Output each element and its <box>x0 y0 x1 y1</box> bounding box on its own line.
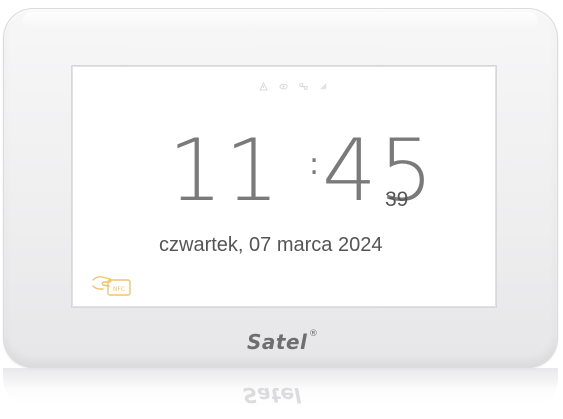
warning-icon <box>258 76 268 91</box>
clock-separator: : <box>309 147 320 182</box>
device-reflection: Satel <box>3 368 558 419</box>
eye-icon <box>278 76 288 89</box>
keypad-display-scene: 11 : 45 39 czwartek, 07 marca 2024 NFC S… <box>0 0 563 419</box>
nfc-label: NFC <box>113 286 125 293</box>
registered-mark: ® <box>308 329 319 339</box>
network-icon <box>298 76 308 90</box>
nfc-card-icon[interactable]: NFC <box>91 271 137 299</box>
brand-logo: Satel ® <box>247 330 318 354</box>
touch-screen[interactable]: 11 : 45 39 czwartek, 07 marca 2024 NFC <box>72 66 496 307</box>
signal-icon <box>319 76 328 90</box>
clock-minutes: 45 <box>322 121 436 221</box>
date-label: czwartek, 07 marca 2024 <box>159 234 383 256</box>
reflection-logo: Satel <box>243 383 301 407</box>
clock-hours: 11 <box>168 121 282 221</box>
clock-seconds: 39 <box>385 188 409 211</box>
status-icon-bar <box>243 74 343 91</box>
brand-name: Satel <box>247 330 308 354</box>
clock: 11 : 45 <box>168 128 468 218</box>
device-gloss <box>23 12 538 30</box>
